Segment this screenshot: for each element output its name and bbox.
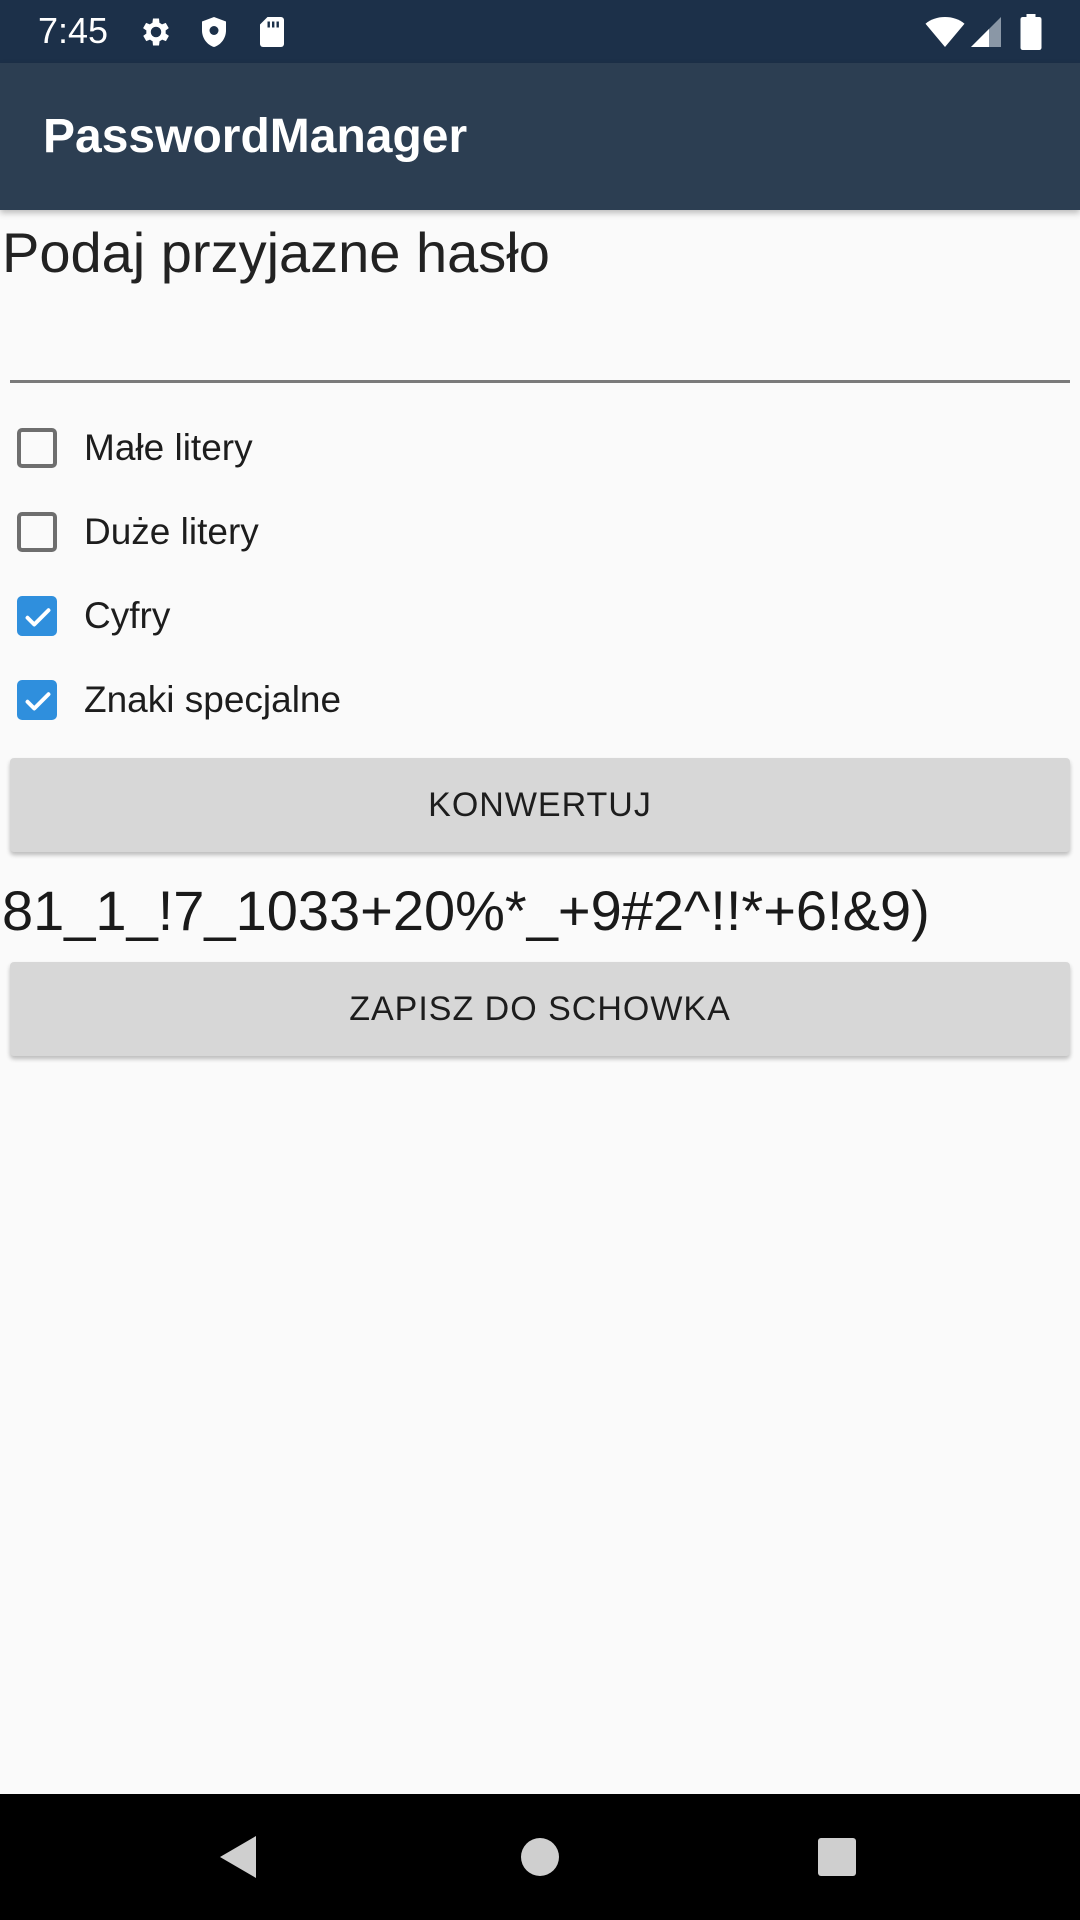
checked-checkbox-icon[interactable] xyxy=(17,596,57,636)
battery-icon xyxy=(1016,14,1046,50)
copy-to-clipboard-button[interactable]: ZAPISZ DO SCHOWKA xyxy=(10,962,1070,1056)
home-icon[interactable] xyxy=(520,1794,560,1920)
checkbox-label: Małe litery xyxy=(84,427,253,468)
checkbox-icon[interactable] xyxy=(17,428,57,468)
shield-icon xyxy=(196,14,232,50)
status-bar: 7:45 xyxy=(0,0,1080,63)
checkbox-digits[interactable]: Cyfry xyxy=(17,592,170,640)
signal-icon xyxy=(968,14,1004,50)
sd-card-icon xyxy=(254,14,290,50)
app-bar: PasswordManager xyxy=(0,63,1080,210)
checkbox-label: Znaki specjalne xyxy=(84,679,342,720)
checkbox-lowercase[interactable]: Małe litery xyxy=(17,424,253,472)
checked-checkbox-icon[interactable] xyxy=(17,680,57,720)
checkbox-uppercase[interactable]: Duże litery xyxy=(17,508,259,556)
checkbox-label: Duże litery xyxy=(84,511,259,552)
checkbox-special-chars[interactable]: Znaki specjalne xyxy=(17,676,341,724)
password-prompt-label: Podaj przyjazne hasło xyxy=(2,221,550,284)
navigation-bar xyxy=(0,1794,1080,1920)
generated-password: 81_1_!7_1033+20%*_+9#2^!!*+6!&9) xyxy=(2,879,930,942)
wifi-icon xyxy=(924,14,966,50)
checkbox-icon[interactable] xyxy=(17,512,57,552)
convert-button[interactable]: KONWERTUJ xyxy=(10,758,1070,852)
password-input[interactable] xyxy=(10,300,1070,383)
gear-icon xyxy=(138,14,174,50)
recents-icon[interactable] xyxy=(817,1794,857,1920)
status-time: 7:45 xyxy=(38,10,109,51)
checkbox-label: Cyfry xyxy=(84,595,171,636)
app-title: PasswordManager xyxy=(43,110,468,163)
back-icon[interactable] xyxy=(216,1794,260,1920)
